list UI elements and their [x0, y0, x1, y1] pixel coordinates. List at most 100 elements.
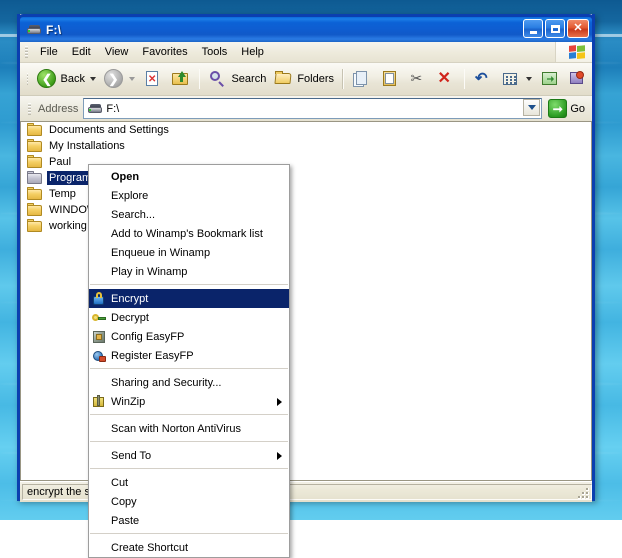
context-menu-item-search[interactable]: Search... — [89, 205, 289, 224]
no-icon — [91, 207, 107, 223]
no-icon — [91, 540, 107, 556]
context-menu-separator — [90, 368, 288, 370]
menu-bar-gripper[interactable] — [25, 46, 28, 58]
folders-icon — [274, 69, 294, 89]
windows-flag-icon[interactable] — [568, 43, 586, 60]
views-icon — [501, 69, 521, 89]
context-menu-label: Add to Winamp's Bookmark list — [111, 227, 263, 240]
folder-icon-gray — [27, 171, 43, 185]
context-menu-label: Enqueue in Winamp — [111, 246, 211, 259]
lock-icon — [91, 291, 107, 307]
address-bar-gripper[interactable] — [28, 102, 31, 115]
context-menu-label: Sharing and Security... — [111, 376, 222, 389]
copy-button[interactable] — [348, 66, 376, 92]
folder-icon — [27, 123, 43, 137]
context-menu-item-config-easyfp[interactable]: Config EasyFP — [89, 327, 289, 346]
context-menu-item-explore[interactable]: Explore — [89, 186, 289, 205]
views-button[interactable] — [497, 66, 536, 92]
menu-item-file[interactable]: File — [33, 44, 65, 60]
address-value: F:\ — [106, 102, 120, 115]
address-label: Address — [38, 102, 79, 115]
back-label: Back — [60, 73, 85, 85]
context-menu-item-cut[interactable]: Cut — [89, 473, 289, 492]
minimize-button[interactable] — [523, 19, 543, 38]
context-menu-label: Copy — [111, 495, 137, 508]
context-menu-item-encrypt[interactable]: Encrypt — [89, 289, 289, 308]
caption-buttons — [523, 19, 589, 38]
back-icon: ❮ — [37, 69, 57, 89]
context-menu-label: Register EasyFP — [111, 349, 194, 362]
submenu-arrow-icon — [277, 451, 282, 460]
folder-icon — [27, 187, 43, 201]
delete-button[interactable]: ✕ — [432, 66, 460, 92]
back-dropdown-icon[interactable] — [89, 77, 96, 81]
context-menu-item-sharing-and-security[interactable]: Sharing and Security... — [89, 373, 289, 392]
address-input[interactable]: F:\ — [83, 98, 543, 119]
folders-button[interactable]: Folders — [270, 66, 338, 92]
list-item-label: working — [49, 220, 87, 232]
search-icon — [208, 69, 228, 89]
list-item[interactable]: My Installations — [21, 138, 591, 154]
context-menu-separator — [90, 414, 288, 416]
context-menu-item-create-shortcut[interactable]: Create Shortcut — [89, 538, 289, 557]
context-menu-item-register-easyfp[interactable]: Register EasyFP — [89, 346, 289, 365]
views-dropdown-icon[interactable] — [526, 77, 532, 81]
context-menu-label: Open — [111, 170, 140, 183]
menu-item-help[interactable]: Help — [234, 44, 271, 60]
forward-button[interactable]: ❯ — [100, 66, 139, 92]
cut-button[interactable]: ✂ — [404, 66, 432, 92]
context-menu-item-paste[interactable]: Paste — [89, 511, 289, 530]
context-menu-separator — [90, 468, 288, 470]
back-button[interactable]: ❮ Back — [33, 66, 99, 92]
undo-button[interactable]: ↶ — [469, 66, 497, 92]
chevron-down-icon[interactable] — [523, 99, 541, 116]
context-menu-item-scan-with-norton-antivirus[interactable]: Scan with Norton AntiVirus — [89, 419, 289, 438]
toolbar-gripper[interactable] — [27, 73, 29, 85]
list-item[interactable]: Documents and Settings — [21, 122, 591, 138]
context-menu-item-decrypt[interactable]: Decrypt — [89, 308, 289, 327]
go-button[interactable]: ➞ Go — [548, 99, 585, 118]
context-menu-item-open[interactable]: Open — [89, 167, 289, 186]
move-to-button[interactable] — [536, 66, 564, 92]
toolbar: ❮ Back ❯ ✕ Search Folders ✂ ✕ ↶ — [20, 63, 592, 96]
drive-icon — [26, 22, 42, 38]
forward-dropdown-icon — [128, 77, 135, 81]
folder-icon — [27, 203, 43, 217]
menu-item-tools[interactable]: Tools — [195, 44, 235, 60]
context-menu-item-play-in-winamp[interactable]: Play in Winamp — [89, 262, 289, 281]
context-menu-label: Search... — [111, 208, 156, 221]
no-icon — [91, 188, 107, 204]
copy-icon — [352, 69, 372, 89]
no-icon — [91, 169, 107, 185]
no-icon — [91, 475, 107, 491]
menu-item-favorites[interactable]: Favorites — [135, 44, 194, 60]
menu-item-edit[interactable]: Edit — [65, 44, 98, 60]
no-icon — [91, 513, 107, 529]
resize-grip[interactable] — [578, 488, 590, 500]
context-menu-label: Explore — [111, 189, 149, 202]
properties-icon — [568, 69, 588, 89]
context-menu-item-send-to[interactable]: Send To — [89, 446, 289, 465]
paste-button[interactable] — [376, 66, 404, 92]
delete-icon: ✕ — [437, 70, 451, 87]
up-one-level-button[interactable] — [167, 66, 195, 92]
context-menu-separator — [90, 441, 288, 443]
context-menu-item-enqueue-in-winamp[interactable]: Enqueue in Winamp — [89, 243, 289, 262]
stop-button[interactable]: ✕ — [139, 66, 167, 92]
maximize-button[interactable] — [545, 19, 565, 38]
title-bar[interactable]: F:\ — [17, 14, 595, 42]
list-item-label: Paul — [49, 156, 72, 168]
context-menu-item-winzip[interactable]: WinZip — [89, 392, 289, 411]
context-menu-item-add-to-winamp-bookmark[interactable]: Add to Winamp's Bookmark list — [89, 224, 289, 243]
context-menu-item-copy[interactable]: Copy — [89, 492, 289, 511]
winzip-icon — [91, 394, 107, 410]
close-button[interactable] — [567, 19, 589, 38]
search-label: Search — [231, 73, 267, 85]
undo-icon: ↶ — [475, 70, 488, 87]
search-button[interactable]: Search — [204, 66, 270, 92]
menu-item-view[interactable]: View — [98, 44, 136, 60]
list-item-label: Documents and Settings — [49, 124, 169, 136]
no-icon — [91, 494, 107, 510]
context-menu-label: Send To — [111, 449, 152, 462]
properties-button[interactable] — [564, 66, 592, 92]
